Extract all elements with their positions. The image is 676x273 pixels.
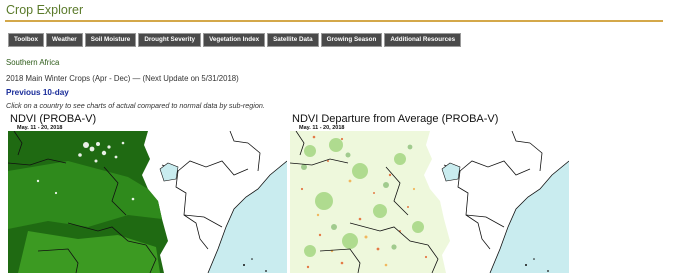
nav-bar: Toolbox Weather Soil Moisture Drought Se… [8, 33, 462, 47]
nav-growing-season-button[interactable]: Growing Season [320, 33, 383, 47]
region-label: Southern Africa [6, 58, 60, 67]
nav-soil-moisture-button[interactable]: Soil Moisture [84, 33, 137, 47]
nav-drought-severity-button[interactable]: Drought Severity [138, 33, 202, 47]
nav-satellite-data-button[interactable]: Satellite Data [267, 33, 319, 47]
ndvi-map-image[interactable] [8, 131, 287, 273]
instructions-text: Click on a country to see charts of actu… [6, 101, 265, 110]
nav-weather-button[interactable]: Weather [46, 33, 83, 47]
nav-additional-resources-button[interactable]: Additional Resources [384, 33, 462, 47]
title-divider [5, 20, 663, 22]
crop-season-update-text: 2018 Main Winter Crops (Apr - Dec) — (Ne… [6, 74, 239, 83]
ndvi-departure-map-image[interactable] [290, 131, 569, 273]
ndvi-departure-map-title: NDVI Departure from Average (PROBA-V) [292, 113, 499, 125]
nav-toolbox-button[interactable]: Toolbox [8, 33, 45, 47]
previous-10-day-link[interactable]: Previous 10-day [6, 88, 69, 97]
ndvi-map-title: NDVI (PROBA-V) [10, 113, 97, 125]
ndvi-map-panel: NDVI (PROBA-V) May. 11 - 20, 2018 [8, 113, 287, 273]
page-title: Crop Explorer [6, 3, 84, 17]
nav-vegetation-index-button[interactable]: Vegetation Index [203, 33, 266, 47]
ndvi-departure-map-panel: NDVI Departure from Average (PROBA-V) Ma… [290, 113, 569, 273]
